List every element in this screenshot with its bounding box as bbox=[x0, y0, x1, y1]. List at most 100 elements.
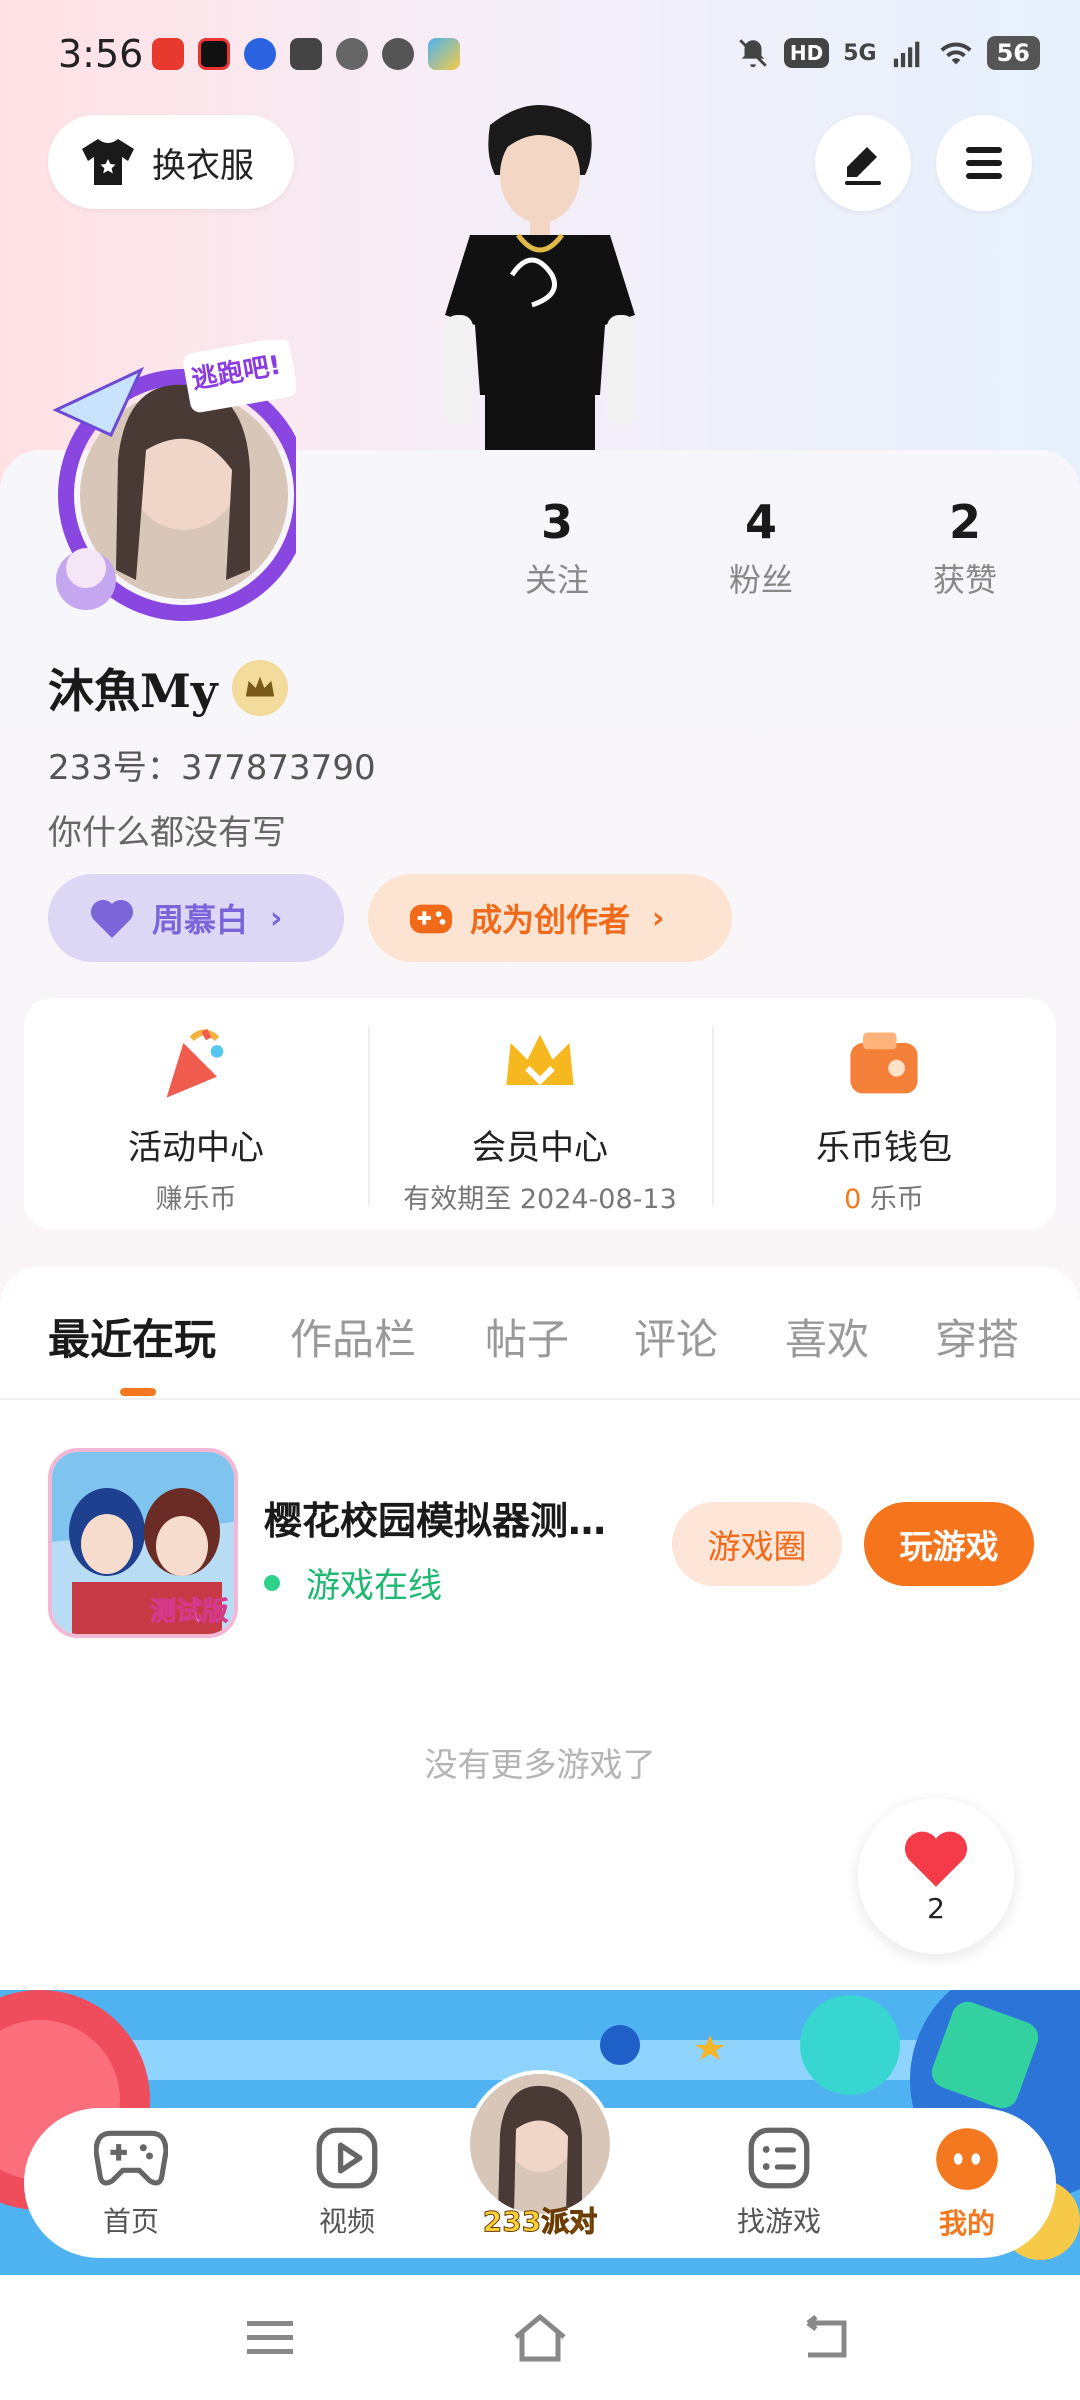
tab-outfits[interactable]: 穿搭 bbox=[935, 1306, 1019, 1367]
no-more-games-text: 没有更多游戏了 bbox=[424, 1745, 656, 1784]
nav-home[interactable]: 首页 bbox=[56, 2126, 206, 2240]
coin-wallet-sub: 0 乐币 bbox=[844, 1177, 924, 1216]
coin-unit: 乐币 bbox=[861, 1184, 924, 1215]
following-count: 3 bbox=[540, 495, 573, 549]
status-bar: 3:56 HD 5G 56 bbox=[0, 0, 1080, 110]
become-creator-label: 成为创作者 bbox=[470, 901, 631, 939]
gamepad-icon bbox=[94, 2130, 168, 2186]
app-notification-icon bbox=[244, 38, 276, 70]
game-status: 游戏在线 bbox=[264, 1558, 442, 1607]
system-nav-bar bbox=[0, 2275, 1080, 2400]
tab-works[interactable]: 作品栏 bbox=[290, 1306, 416, 1367]
profile-icon bbox=[936, 2128, 998, 2190]
activity-center[interactable]: 活动中心 赚乐币 bbox=[24, 998, 368, 1230]
status-indicators: HD 5G 56 bbox=[736, 36, 1040, 70]
signal-icon bbox=[893, 41, 919, 68]
username: 沐魚My bbox=[48, 664, 218, 718]
battery-indicator: 56 bbox=[986, 36, 1040, 70]
followers-count: 4 bbox=[744, 495, 777, 549]
party-popper-icon bbox=[166, 1028, 224, 1098]
app-notification-icon bbox=[152, 38, 184, 70]
mute-bell-icon bbox=[739, 39, 767, 68]
avatar-with-frame[interactable]: 逃跑吧! bbox=[36, 337, 310, 630]
followers-label: 粉丝 bbox=[728, 561, 793, 599]
edit-profile-button[interactable] bbox=[815, 115, 911, 211]
heart-icon bbox=[90, 899, 134, 938]
coin-wallet-title: 乐币钱包 bbox=[816, 1128, 952, 1168]
tab-recently-played[interactable]: 最近在玩 bbox=[48, 1306, 216, 1367]
nav-video[interactable]: 视频 bbox=[272, 2126, 422, 2240]
nav-me-label: 我的 bbox=[938, 2207, 995, 2240]
tshirt-icon bbox=[82, 139, 134, 185]
game-title: 樱花校园模拟器测… bbox=[264, 1499, 607, 1543]
chevron-right-icon: › bbox=[652, 900, 665, 936]
nav-party-avatar[interactable] bbox=[466, 2070, 614, 2218]
game-circle-button[interactable]: 游戏圈 bbox=[672, 1502, 842, 1586]
user-id: 233号：377873790 bbox=[48, 748, 376, 788]
likes-label: 获赞 bbox=[932, 561, 997, 599]
home-icon[interactable] bbox=[510, 2311, 570, 2363]
gamepad-icon bbox=[409, 904, 453, 934]
tab-posts[interactable]: 帖子 bbox=[485, 1306, 569, 1367]
tab-comments[interactable]: 评论 bbox=[634, 1306, 718, 1367]
tab-likes[interactable]: 喜欢 bbox=[785, 1306, 869, 1367]
menu-button[interactable] bbox=[936, 115, 1032, 211]
following-label: 关注 bbox=[524, 561, 589, 599]
dress-up-button[interactable]: 换衣服 bbox=[48, 115, 294, 209]
companion-name: 周慕白 bbox=[152, 901, 249, 939]
online-dot bbox=[264, 1574, 280, 1591]
content-tabs: 最近在玩 作品栏 帖子 评论 喜欢 穿搭 bbox=[0, 1266, 1080, 1400]
edit-icon bbox=[845, 147, 881, 185]
companion-pill[interactable]: 周慕白 › bbox=[48, 874, 344, 962]
followers-stat[interactable]: 4 粉丝 bbox=[671, 495, 851, 601]
activity-center-sub: 赚乐币 bbox=[155, 1184, 237, 1215]
become-creator-pill[interactable]: 成为创作者 › bbox=[368, 874, 732, 962]
likes-stat[interactable]: 2 获赞 bbox=[875, 495, 1055, 601]
dress-up-label: 换衣服 bbox=[152, 145, 254, 186]
heart-icon bbox=[904, 1831, 968, 1887]
nav-home-label: 首页 bbox=[102, 2205, 159, 2238]
app-notification-icon bbox=[336, 38, 368, 70]
feature-card: 活动中心 赚乐币 会员中心 有效期至 2024-08-13 乐币钱包 0 乐币 bbox=[24, 998, 1056, 1230]
game-notification-icon bbox=[428, 38, 460, 70]
nav-find-games[interactable]: 找游戏 bbox=[704, 2126, 854, 2240]
username-row: 沐魚My bbox=[48, 655, 288, 721]
3d-avatar-figure bbox=[420, 95, 660, 450]
member-center-sub: 有效期至 2024-08-13 bbox=[403, 1184, 677, 1215]
game-icon[interactable]: 测试版 bbox=[48, 1448, 238, 1638]
vip-crown-icon[interactable] bbox=[231, 660, 288, 716]
floating-like-button[interactable]: 2 bbox=[858, 1798, 1014, 1954]
nav-me[interactable]: 我的 bbox=[892, 2126, 1042, 2242]
coin-wallet[interactable]: 乐币钱包 0 乐币 bbox=[712, 998, 1056, 1230]
play-notification-icon bbox=[290, 38, 322, 70]
wallet-icon bbox=[850, 1032, 918, 1094]
app-notification-icon bbox=[198, 38, 230, 70]
member-center[interactable]: 会员中心 有效期至 2024-08-13 bbox=[368, 998, 712, 1230]
likes-count: 2 bbox=[948, 495, 981, 549]
active-tab-indicator bbox=[120, 1388, 156, 1396]
menu-icon bbox=[966, 147, 1002, 179]
following-stat[interactable]: 3 关注 bbox=[467, 495, 647, 601]
nav-party-label[interactable]: 233派对 bbox=[470, 2200, 610, 2240]
activity-center-title: 活动中心 bbox=[128, 1128, 264, 1168]
notification-icons bbox=[152, 38, 460, 70]
recent-apps-icon[interactable] bbox=[245, 2317, 295, 2359]
network-label: 5G bbox=[843, 40, 877, 66]
game-list-item[interactable]: 测试版 樱花校园模拟器测… 游戏在线 游戏圈 玩游戏 bbox=[48, 1448, 1038, 1642]
coin-balance: 0 bbox=[844, 1184, 862, 1215]
nav-video-label: 视频 bbox=[318, 2205, 375, 2238]
nav-find-games-label: 找游戏 bbox=[736, 2205, 821, 2238]
back-icon[interactable] bbox=[800, 2315, 850, 2361]
chevron-right-icon: › bbox=[270, 900, 283, 936]
hd-icon: HD bbox=[783, 38, 830, 68]
video-icon bbox=[316, 2127, 378, 2189]
play-game-button[interactable]: 玩游戏 bbox=[864, 1502, 1034, 1586]
list-icon bbox=[748, 2127, 810, 2189]
crown-icon bbox=[506, 1034, 574, 1086]
chat-notification-icon bbox=[382, 38, 414, 70]
member-center-title: 会员中心 bbox=[472, 1128, 608, 1168]
test-version-badge: 测试版 bbox=[149, 1597, 228, 1628]
user-bio: 你什么都没有写 bbox=[48, 813, 286, 853]
like-count: 2 bbox=[927, 1891, 945, 1925]
status-time: 3:56 bbox=[58, 32, 144, 76]
